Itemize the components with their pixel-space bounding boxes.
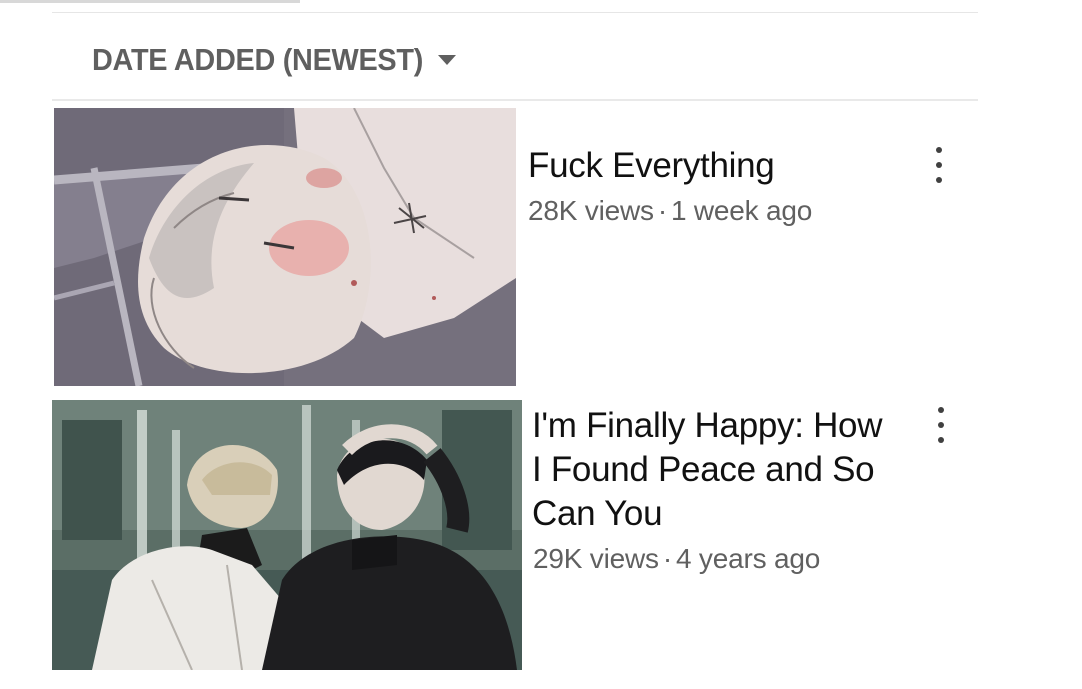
video-meta: 29K views · 4 years ago [533, 543, 820, 575]
thumbnail-illustration [54, 108, 516, 386]
more-vert-icon[interactable] [932, 147, 946, 183]
video-thumbnail[interactable] [52, 400, 522, 670]
header-divider [52, 12, 978, 13]
video-meta: 28K views · 1 week ago [528, 195, 812, 227]
caret-down-icon [437, 55, 456, 65]
video-title[interactable]: Fuck Everything [528, 144, 908, 188]
video-thumbnail[interactable] [54, 108, 516, 386]
thumbnail-illustration [52, 400, 522, 670]
top-edge-divider [0, 0, 300, 3]
video-title[interactable]: I'm Finally Happy: How I Found Peace and… [532, 404, 892, 536]
sort-divider [52, 99, 978, 101]
upload-age: 4 years ago [675, 543, 821, 574]
meta-separator: · [657, 195, 667, 226]
view-count: 29K views [533, 543, 659, 574]
sort-dropdown[interactable]: DATE ADDED (NEWEST) [92, 38, 456, 82]
view-count: 28K views [528, 195, 654, 226]
sort-label: DATE ADDED (NEWEST) [92, 42, 424, 77]
upload-age: 1 week ago [670, 195, 813, 226]
meta-separator: · [662, 543, 672, 574]
more-vert-icon[interactable] [934, 407, 948, 443]
